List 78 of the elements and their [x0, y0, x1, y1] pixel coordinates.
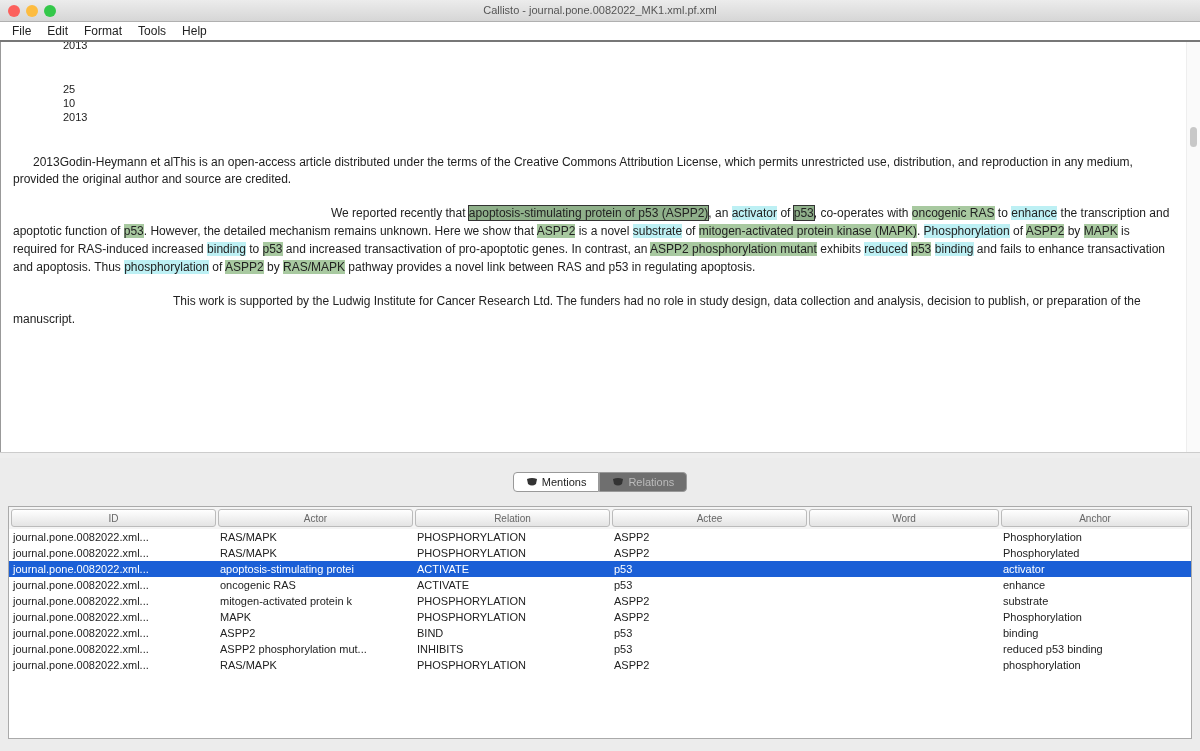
table-row[interactable]: journal.pone.0082022.xml... RAS/MAPK PHOSPHORYLATION ASPP2 Phosphorylated: [9, 545, 1191, 561]
table-cell-text: PHOSPHORYLATION: [416, 658, 527, 673]
table-cell-text: RAS/MAPK: [219, 658, 278, 673]
table-cell-text: RAS/MAPK: [219, 546, 278, 561]
column-header[interactable]: Word: [809, 509, 999, 527]
table-cell-text: phosphorylation: [1002, 658, 1082, 673]
date-line: 2013: [63, 110, 89, 124]
date-line: 2013: [63, 42, 89, 52]
table-cell-text: ASPP2: [613, 658, 651, 673]
zoom-button[interactable]: [44, 4, 56, 17]
menu-item[interactable]: File: [12, 22, 32, 40]
table-cell-text: enhance: [1002, 578, 1047, 593]
table-cell-text: journal.pone.0082022.xml...: [11, 626, 150, 641]
column-header[interactable]: Anchor: [1001, 509, 1189, 527]
table-cell-text: journal.pone.0082022.xml...: [11, 594, 150, 609]
table-cell-text: Phosphorylated: [1002, 546, 1081, 561]
menu-item[interactable]: Edit: [47, 22, 69, 40]
menu-item[interactable]: Tools: [138, 22, 167, 40]
table-cell-text: RAS/MAPK: [219, 530, 278, 545]
table-row[interactable]: journal.pone.0082022.xml... ASPP2 BIND p53 binding: [9, 625, 1191, 641]
table-cell-text: ASPP2: [613, 610, 651, 625]
table-cell-text: journal.pone.0082022.xml...: [11, 562, 150, 577]
table-cell-text: apoptosis-stimulating protei: [219, 562, 355, 577]
table-row[interactable]: journal.pone.0082022.xml... RAS/MAPK PHOSPHORYLATION ASPP2 Phosphorylation: [9, 529, 1191, 545]
table-cell-text: journal.pone.0082022.xml...: [11, 530, 150, 545]
table-cell-text: oncogenic RAS: [219, 578, 297, 593]
column-header[interactable]: Actee: [612, 509, 807, 527]
table-cell-text: p53: [613, 626, 634, 641]
column-header[interactable]: ID: [11, 509, 216, 527]
table-cell-text: journal.pone.0082022.xml...: [11, 546, 150, 561]
table-cell-text: journal.pone.0082022.xml...: [11, 578, 150, 593]
table-cell-text: MAPK: [219, 610, 253, 625]
table-cell-text: journal.pone.0082022.xml...: [11, 642, 150, 657]
table-cell-text: ACTIVATE: [416, 562, 471, 577]
table-cell-text: ACTIVATE: [416, 578, 471, 593]
table-cell-text: journal.pone.0082022.xml...: [11, 658, 150, 673]
table-cell-text: PHOSPHORYLATION: [416, 594, 527, 609]
minimize-button[interactable]: [26, 4, 38, 17]
scrollbar[interactable]: [1186, 42, 1200, 452]
table-cell-text: ASPP2: [613, 594, 651, 609]
table-cell-text: PHOSPHORYLATION: [416, 530, 527, 545]
table-cell-text: ASPP2 phosphorylation mut...: [219, 642, 368, 657]
table-cell-text: PHOSPHORYLATION: [416, 546, 527, 561]
table-cell-text: activator: [1002, 562, 1046, 577]
close-button[interactable]: [8, 4, 20, 17]
table-cell-text: p53: [613, 562, 634, 577]
table-row[interactable]: journal.pone.0082022.xml... oncogenic RAS ACTIVATE p53 enhance: [9, 577, 1191, 593]
abstract-paragraph: We reported recently that apoptosis-stimulating protein of p53 (ASPP2), an activator of p53, co-operates with oncogenic RAS to enhance the transcription and apoptotic function of p53. However, the detailed mechanism remains unknown. Here we show that ASPP2 is a novel substrate of mitogen-activated protein kinase (MAPK). Phosphorylation of ASPP2 by MAPK is required for RAS-induced increased binding to p53 and increased transactivation of pro-apoptotic genes. In contrast, an ASPP2 phosphorylation mutant exhibits reduced p53 binding and fails to enhance transactivation and apoptosis. Thus phosphorylation of ASPP2 by RAS/MAPK pathway provides a novel link between RAS and p53 in regulating apoptosis.: [13, 205, 1171, 276]
window-title: Callisto - journal.pone.0082022_MK1.xml.pf.xml: [483, 3, 717, 19]
table-cell-text: ASPP2: [219, 626, 257, 641]
table-cell-text: journal.pone.0082022.xml...: [11, 610, 150, 625]
table-cell-text: BIND: [416, 626, 445, 641]
funding-paragraph: This work is supported by the Ludwig Institute for Cancer Research Ltd. The funders had no role in study design, data collection and analysis, decision to publish, or preparation of the manuscript.: [13, 293, 1142, 328]
table-cell-text: ASPP2: [613, 546, 651, 561]
table-row[interactable]: journal.pone.0082022.xml... apoptosis-stimulating protei ACTIVATE p53 activator: [9, 561, 1191, 577]
menu-item[interactable]: Help: [182, 22, 207, 40]
column-header[interactable]: Relation: [415, 509, 610, 527]
tab[interactable]: Mentions: [512, 472, 600, 492]
table-row[interactable]: journal.pone.0082022.xml... ASPP2 phosphorylation mut... INHIBITS p53 reduced p53 binding: [9, 641, 1191, 657]
table-cell-text: PHOSPHORYLATION: [416, 610, 527, 625]
table-cell-text: substrate: [1002, 594, 1050, 609]
table-cell-text: Phosphorylation: [1002, 610, 1083, 625]
column-header[interactable]: Actor: [218, 509, 413, 527]
table-row[interactable]: journal.pone.0082022.xml... mitogen-activated protein k PHOSPHORYLATION ASPP2 substrate: [9, 593, 1191, 609]
table-row[interactable]: journal.pone.0082022.xml... RAS/MAPK PHOSPHORYLATION ASPP2 phosphorylation: [9, 657, 1191, 673]
menu-item[interactable]: Format: [84, 22, 123, 40]
table-cell-text: p53: [613, 578, 634, 593]
table-cell-text: INHIBITS: [416, 642, 465, 657]
table-cell-text: Phosphorylation: [1002, 530, 1083, 545]
date-line: 10: [63, 96, 77, 110]
table-row[interactable]: journal.pone.0082022.xml... MAPK PHOSPHORYLATION ASPP2 Phosphorylation: [9, 609, 1191, 625]
table-cell-text: mitogen-activated protein k: [219, 594, 354, 609]
table-cell-text: ASPP2: [613, 530, 651, 545]
date-line: 25: [63, 82, 77, 96]
table-cell-text: p53: [613, 642, 634, 657]
table-cell-text: binding: [1002, 626, 1040, 641]
license-paragraph: 2013Godin-Heymann et alThis is an open-access article distributed under the terms of the Creative Commons Attribution License, which permits unrestricted use, distribution, and reproduction in any medium, provided the original author and source are credited.: [13, 154, 1134, 188]
table-cell-text: reduced p53 binding: [1002, 642, 1104, 657]
